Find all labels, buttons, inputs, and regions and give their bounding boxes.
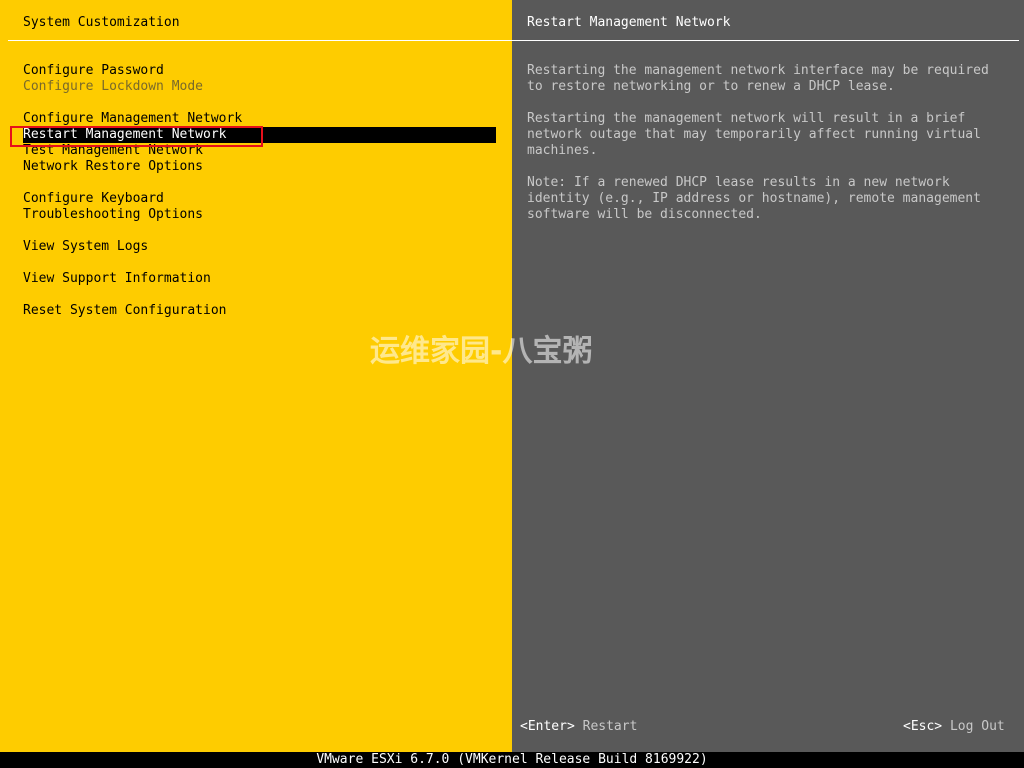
enter-key-label: <Enter> xyxy=(520,719,575,734)
logout-action-label: Log Out xyxy=(949,719,1005,734)
description-paragraph-3: Note: If a renewed DHCP lease results in… xyxy=(527,175,981,222)
version-status-bar: VMware ESXi 6.7.0 (VMKernel Release Buil… xyxy=(0,752,1024,768)
description-paragraph-1: Restarting the management network interf… xyxy=(527,63,989,94)
menu-panel: System Customization Configure Password … xyxy=(0,0,512,752)
enter-restart-hint[interactable]: <Enter> Restart xyxy=(520,719,637,735)
menu-item-configure-keyboard[interactable]: Configure Keyboard xyxy=(23,191,164,207)
menu-item-view-support-information[interactable]: View Support Information xyxy=(23,271,211,287)
menu-item-view-system-logs[interactable]: View System Logs xyxy=(23,239,148,255)
description-title-divider xyxy=(512,40,1019,41)
menu-item-configure-management-network[interactable]: Configure Management Network xyxy=(23,111,242,127)
menu-item-troubleshooting-options[interactable]: Troubleshooting Options xyxy=(23,207,203,223)
menu-item-network-restore-options[interactable]: Network Restore Options xyxy=(23,159,203,175)
esc-logout-hint[interactable]: <Esc> Log Out xyxy=(903,719,1005,735)
esc-key-label: <Esc> xyxy=(903,719,943,734)
watermark: 运维家园-八宝粥 xyxy=(370,334,593,369)
esxi-dcui-screen: System Customization Configure Password … xyxy=(0,0,1024,768)
menu-item-reset-system-configuration[interactable]: Reset System Configuration xyxy=(23,303,227,319)
menu-title-divider xyxy=(8,40,512,41)
restart-action-label: Restart xyxy=(582,719,638,734)
menu-item-configure-lockdown-mode[interactable]: Configure Lockdown Mode xyxy=(23,79,203,95)
description-paragraph-2: Restarting the management network will r… xyxy=(527,111,981,158)
menu-panel-title: System Customization xyxy=(23,15,180,30)
description-panel: Restart Management Network Restarting th… xyxy=(512,0,1024,752)
description-panel-title: Restart Management Network xyxy=(527,15,731,30)
menu-item-configure-password[interactable]: Configure Password xyxy=(23,63,164,79)
red-annotation-box xyxy=(10,126,263,147)
